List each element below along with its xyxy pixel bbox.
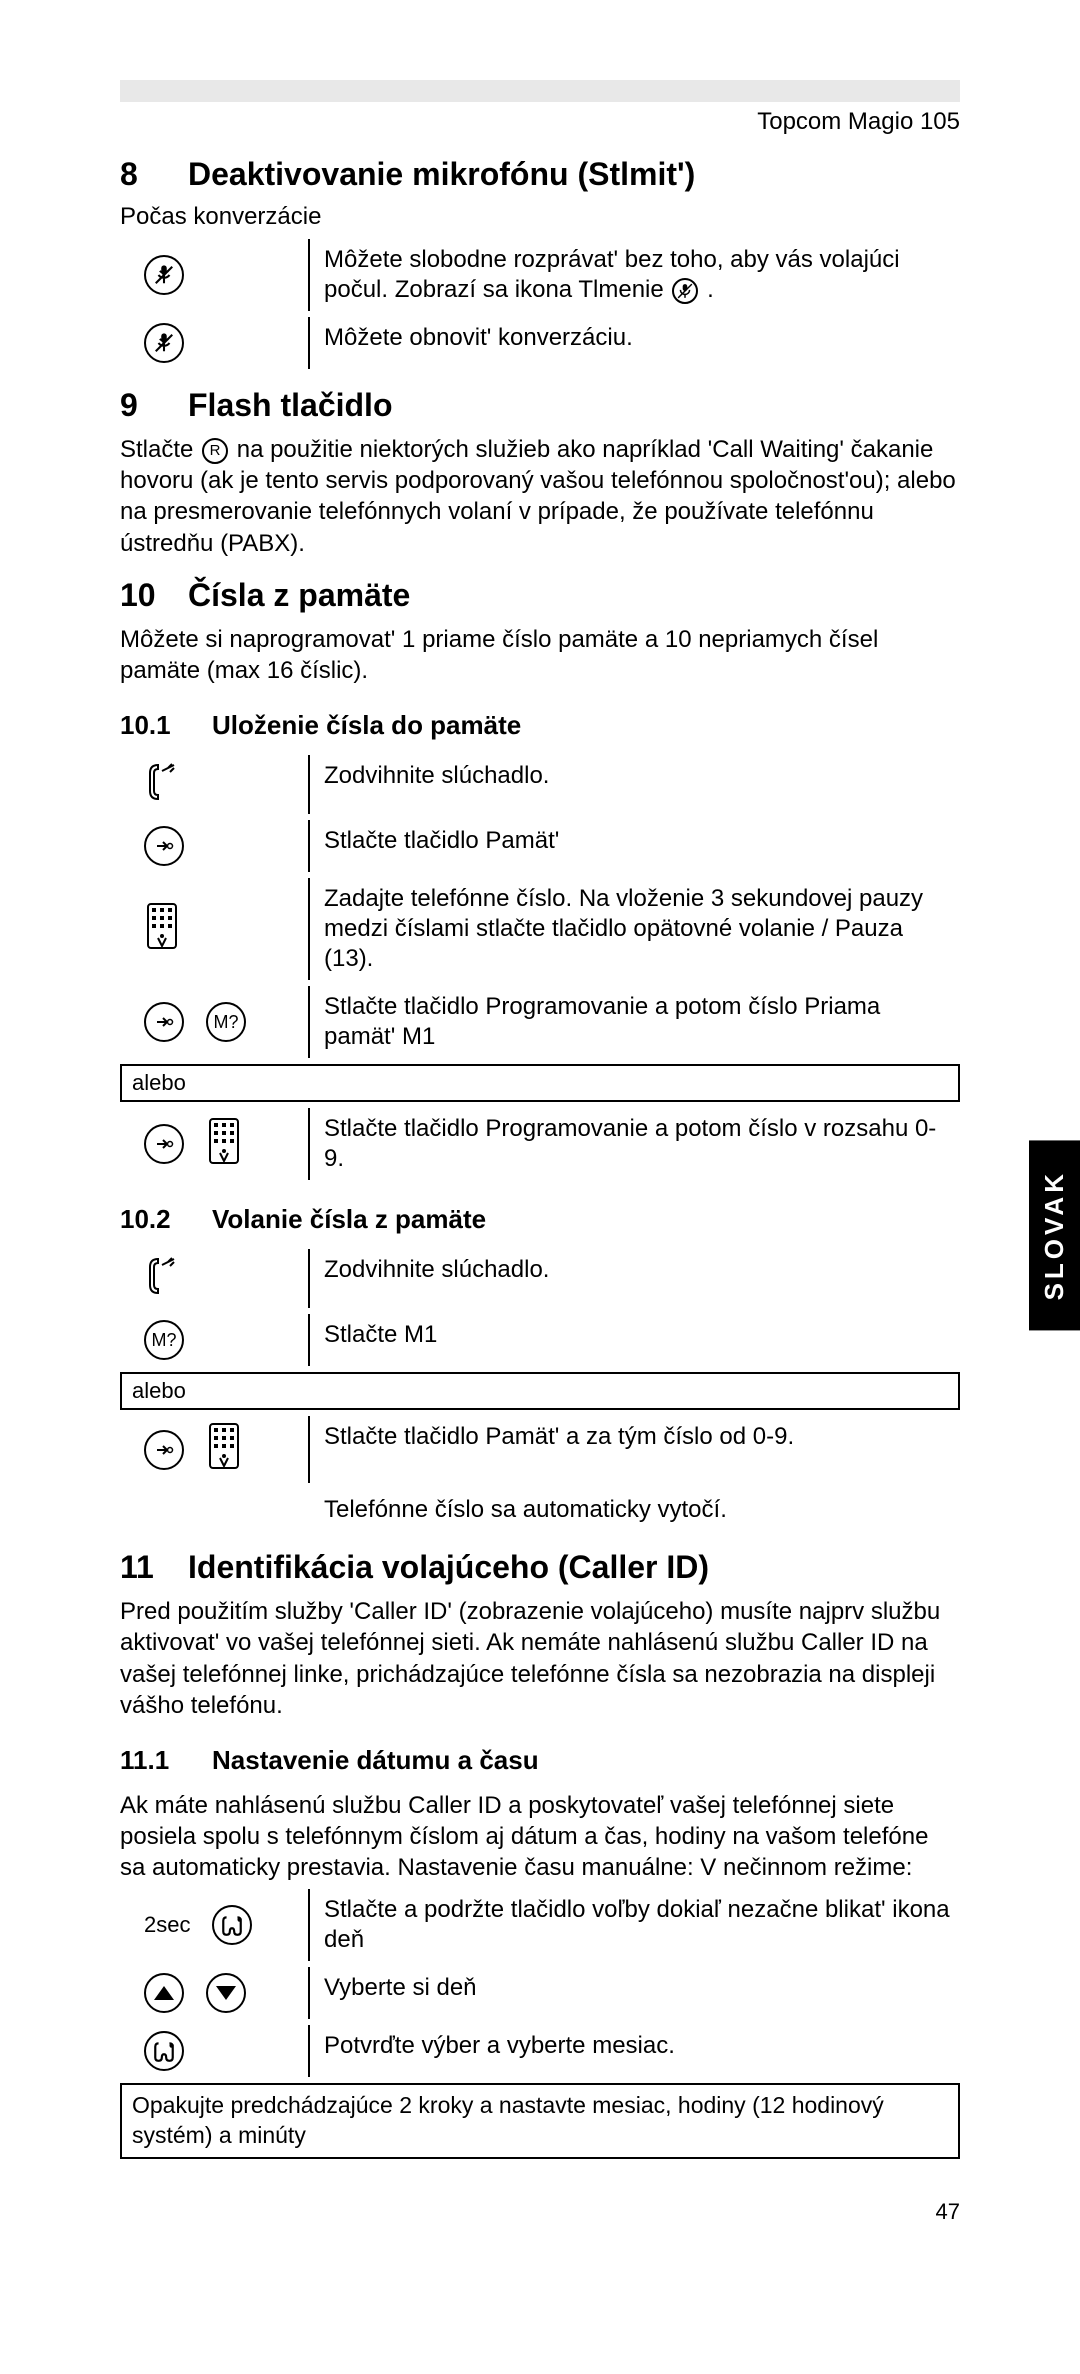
m-button-icon: M? [144, 1320, 184, 1360]
s10-2-r4: Telefónne číslo sa automaticky vytočí. [120, 1489, 960, 1531]
s11-r1: 2sec Stlačte a podržte tlačidlo voľby do… [120, 1889, 960, 1961]
handset-icon [144, 761, 178, 808]
section-9-heading: 9 Flash tlačidlo [120, 387, 960, 424]
s10-2-r2: M? Stlačte M1 [120, 1314, 960, 1366]
section-9-num: 9 [120, 387, 160, 424]
up-arrow-icon [144, 1973, 184, 2013]
section-8-title: Deaktivovanie mikrofónu (Stlmit') [188, 156, 695, 193]
mute-inline-icon [672, 278, 698, 304]
product-name: Topcom Magio 105 [120, 108, 960, 136]
s10-1-r3: Zadajte telefónne číslo. Na vloženie 3 s… [120, 878, 960, 980]
s11-note: Opakujte predchádzajúce 2 kroky a nastav… [120, 2083, 960, 2159]
section-9-title: Flash tlačidlo [188, 387, 392, 424]
s8-row2-text: Môžete obnovit' konverzáciu. [310, 317, 960, 369]
store-icon [144, 1002, 184, 1042]
section-10-heading: 10 Čísla z pamäte [120, 577, 960, 614]
alebo-row: alebo [120, 1064, 960, 1102]
s10-2-r4-text: Telefónne číslo sa automaticky vytočí. [310, 1489, 960, 1531]
section-8-heading: 8 Deaktivovanie mikrofónu (Stlmit') [120, 156, 960, 193]
s11-r2-text: Vyberte si deň [310, 1967, 960, 2019]
section-8-num: 8 [120, 156, 160, 193]
section-9-body: Stlačte R na použitie niektorých služieb… [120, 434, 960, 559]
s10-1-r3-text: Zadajte telefónne číslo. Na vloženie 3 s… [310, 878, 960, 980]
section-10-2-num: 10.2 [120, 1204, 180, 1235]
alebo-row: alebo [120, 1372, 960, 1410]
store-icon [144, 1124, 184, 1164]
s10-1-r2: Stlačte tlačidlo Pamät' [120, 820, 960, 872]
mute-icon [144, 323, 184, 363]
handset-icon [144, 1255, 178, 1302]
keypad-icon [206, 1117, 242, 1172]
section-10-title: Čísla z pamäte [188, 577, 410, 614]
s10-1-r4: M? Stlačte tlačidlo Programovanie a poto… [120, 986, 960, 1058]
section-11-num: 11 [120, 1549, 160, 1586]
section-8-lead: Počas konverzácie [120, 203, 960, 231]
section-10-2-title: Volanie čísla z pamäte [212, 1204, 486, 1235]
header-band [120, 80, 960, 102]
s10-2-r1-text: Zodvihnite slúchadlo. [310, 1249, 960, 1308]
m-button-icon: M? [206, 1002, 246, 1042]
s10-2-r2-text: Stlačte M1 [310, 1314, 960, 1366]
section-11-1-body: Ak máte nahlásenú službu Caller ID a pos… [120, 1790, 960, 1884]
section-10-1-heading: 10.1 Uloženie čísla do pamäte [120, 710, 960, 741]
section-11-1-title: Nastavenie dátumu a času [212, 1745, 539, 1776]
phone-select-icon [144, 2031, 184, 2071]
section-11-heading: 11 Identifikácia volajúceho (Caller ID) [120, 1549, 960, 1586]
page-number: 47 [120, 2199, 960, 2225]
duration-label: 2sec [144, 1912, 190, 1938]
section-10-1-title: Uloženie čísla do pamäte [212, 710, 521, 741]
section-10-body: Môžete si naprogramovat' 1 priame číslo … [120, 624, 960, 686]
section-11-body: Pred použitím služby 'Caller ID' (zobraz… [120, 1596, 960, 1721]
s10-2-r1: Zodvihnite slúchadlo. [120, 1249, 960, 1308]
section-11-title: Identifikácia volajúceho (Caller ID) [188, 1549, 709, 1586]
keypad-icon [144, 902, 180, 957]
section-10-1-num: 10.1 [120, 710, 180, 741]
section-10-num: 10 [120, 577, 160, 614]
s8-row1-text: Môžete slobodne rozprávat' bez toho, aby… [310, 239, 960, 311]
store-icon [144, 826, 184, 866]
s8-row1: Môžete slobodne rozprávat' bez toho, aby… [120, 239, 960, 311]
s10-1-r5: Stlačte tlačidlo Programovanie a potom č… [120, 1108, 960, 1180]
section-11-1-heading: 11.1 Nastavenie dátumu a času [120, 1745, 960, 1776]
s11-r3: Potvrďte výber a vyberte mesiac. [120, 2025, 960, 2077]
section-11-1-num: 11.1 [120, 1745, 180, 1776]
s10-2-r3-text: Stlačte tlačidlo Pamät' a za tým číslo o… [310, 1416, 960, 1483]
s10-2-r3: Stlačte tlačidlo Pamät' a za tým číslo o… [120, 1416, 960, 1483]
keypad-icon [206, 1422, 242, 1477]
mute-icon [144, 255, 184, 295]
store-icon [144, 1430, 184, 1470]
language-tab: SLOVAK [1029, 1140, 1080, 1330]
s10-1-r1: Zodvihnite slúchadlo. [120, 755, 960, 814]
down-arrow-icon [206, 1973, 246, 2013]
s11-r2: Vyberte si deň [120, 1967, 960, 2019]
s10-1-r1-text: Zodvihnite slúchadlo. [310, 755, 960, 814]
section-10-2-heading: 10.2 Volanie čísla z pamäte [120, 1204, 960, 1235]
s11-r1-text: Stlačte a podržte tlačidlo voľby dokiaľ … [310, 1889, 960, 1961]
s8-row2: Môžete obnovit' konverzáciu. [120, 317, 960, 369]
s10-1-r4-text: Stlačte tlačidlo Programovanie a potom č… [310, 986, 960, 1058]
r-button-icon: R [202, 438, 228, 464]
s11-r3-text: Potvrďte výber a vyberte mesiac. [310, 2025, 960, 2077]
phone-select-icon [212, 1905, 252, 1945]
s10-1-r5-text: Stlačte tlačidlo Programovanie a potom č… [310, 1108, 960, 1180]
s10-1-r2-text: Stlačte tlačidlo Pamät' [310, 820, 960, 872]
